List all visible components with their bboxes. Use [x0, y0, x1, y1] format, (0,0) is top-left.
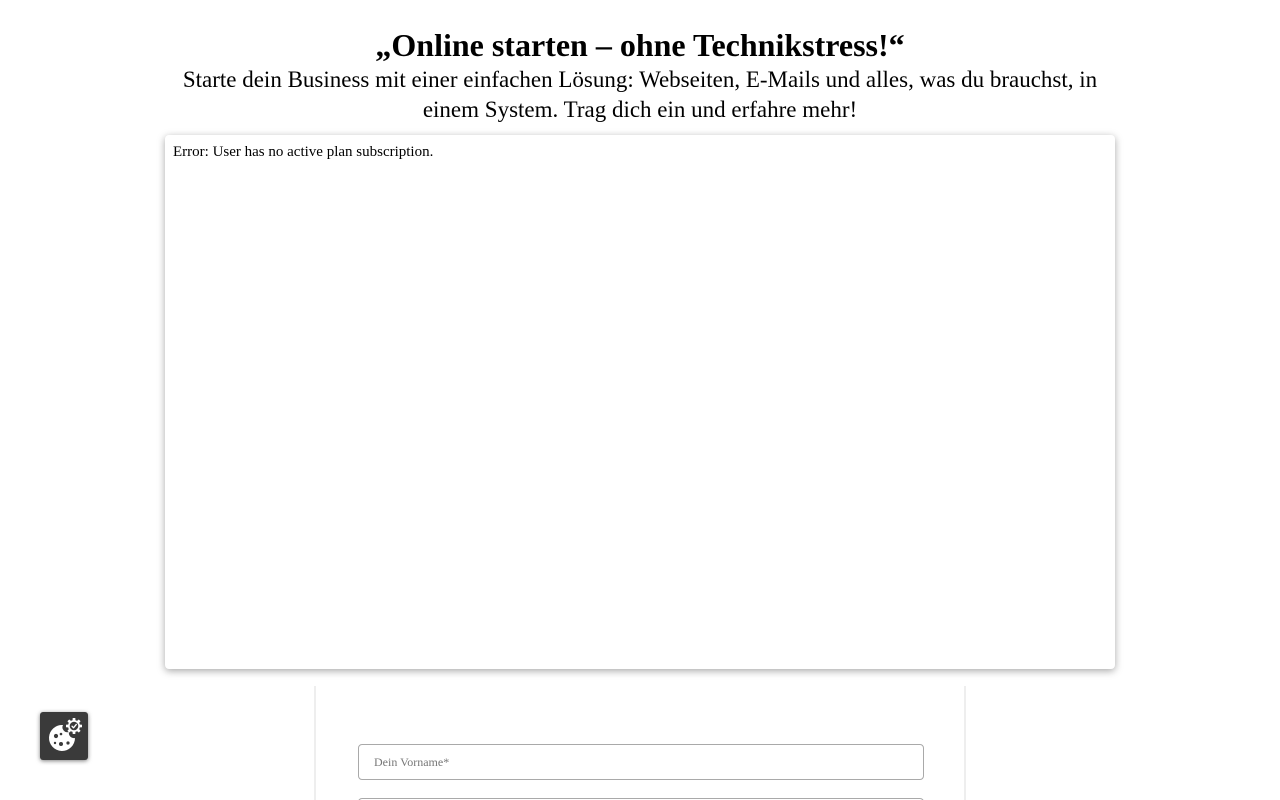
- signup-form: [314, 686, 966, 800]
- firstname-input[interactable]: [358, 744, 924, 780]
- page-subtitle: Starte dein Business mit einer einfachen…: [182, 67, 1098, 122]
- embed-error-message: Error: User has no active plan subscript…: [173, 144, 434, 160]
- embedded-form-frame: Error: User has no active plan subscript…: [165, 135, 1115, 669]
- page-title: „Online starten – ohne Technikstress!“: [375, 27, 905, 63]
- landing-page: „Online starten – ohne Technikstress!“ S…: [0, 0, 1280, 800]
- cookie-settings-button[interactable]: [40, 712, 88, 760]
- cookie-settings-icon: [49, 718, 82, 751]
